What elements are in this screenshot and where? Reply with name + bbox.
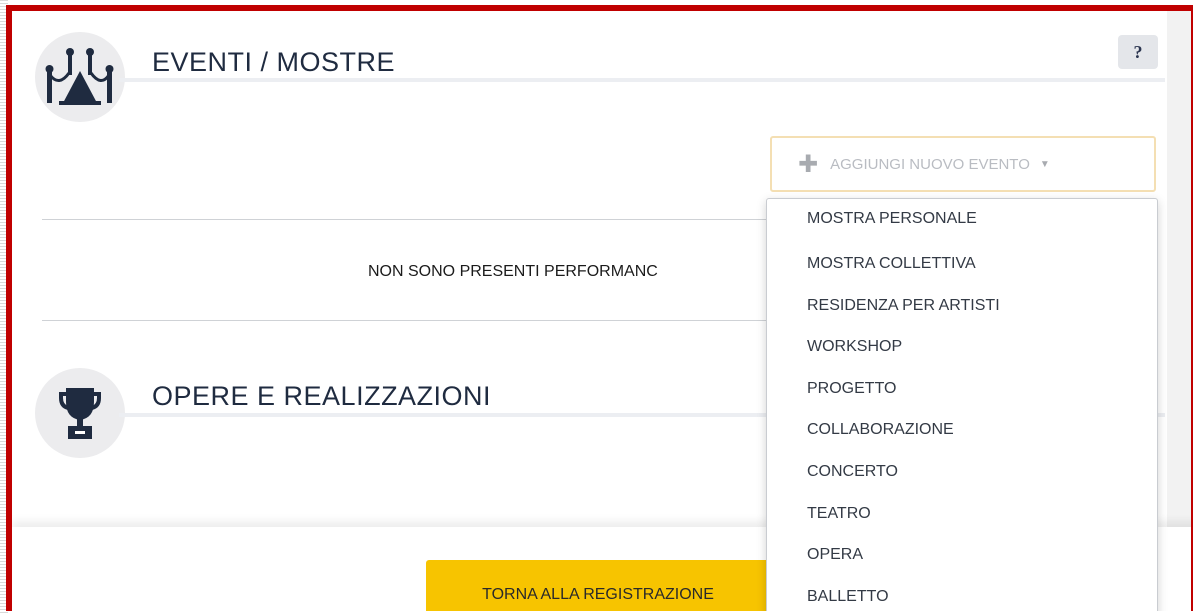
dropdown-option[interactable]: TEATRO <box>767 493 1157 535</box>
events-section-title: EVENTI / MOSTRE <box>152 47 396 77</box>
works-section-icon <box>35 368 125 458</box>
divider-top <box>42 219 767 220</box>
trophy-icon <box>59 388 101 439</box>
events-section-icon <box>35 32 125 122</box>
highlight-frame: EVENTI / MOSTRE ? ✚ AGGIUNGI NUOVO EVENT… <box>6 5 1193 611</box>
dropdown-option[interactable]: CONCERTO <box>767 451 1157 493</box>
help-button[interactable]: ? <box>1118 35 1158 69</box>
scrollbar-track[interactable] <box>1167 11 1191 531</box>
dropdown-option[interactable]: WORKSHOP <box>767 326 1157 368</box>
caret-down-icon: ▼ <box>1039 158 1050 170</box>
divider-bottom <box>42 320 767 321</box>
dropdown-option[interactable]: BALLETTO <box>767 576 1157 611</box>
empty-events-message: NON SONO PRESENTI PERFORMANC <box>368 263 658 280</box>
dropdown-option[interactable]: MOSTRA PERSONALE <box>767 205 1157 243</box>
dropdown-option[interactable]: RESIDENZA PER ARTISTI <box>767 285 1157 327</box>
dropdown-option[interactable]: MOSTRA COLLETTIVA <box>767 243 1157 285</box>
plus-icon: ✚ <box>798 150 819 178</box>
dropdown-option[interactable]: PROGETTO <box>767 368 1157 410</box>
works-section-title: OPERE E REALIZZAZIONI <box>152 381 492 411</box>
dropdown-option[interactable]: OPERA <box>767 534 1157 576</box>
event-type-dropdown: MOSTRA PERSONALE MOSTRA COLLETTIVA RESIDEN… <box>766 198 1158 611</box>
add-event-button[interactable]: ✚ AGGIUNGI NUOVO EVENTO ▼ <box>770 136 1156 192</box>
events-title-underline <box>119 78 1165 82</box>
dropdown-option[interactable]: COLLABORAZIONE <box>767 409 1157 451</box>
event-type-list: MOSTRA PERSONALE MOSTRA COLLETTIVA RESIDEN… <box>767 199 1157 611</box>
add-event-label: AGGIUNGI NUOVO EVENTO <box>830 155 1030 173</box>
exhibition-stanchions-icon <box>45 48 114 105</box>
back-to-registration-button[interactable]: TORNA ALLA REGISTRAZIONE <box>426 560 770 611</box>
